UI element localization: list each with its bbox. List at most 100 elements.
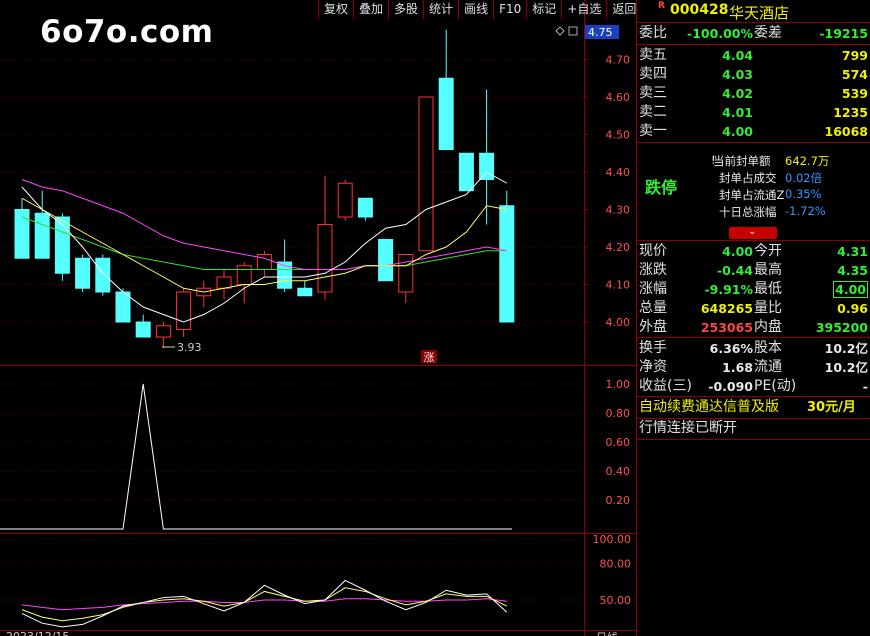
stat-value: 6.36% — [709, 341, 753, 356]
promo-price[interactable]: 30元/月 — [807, 398, 856, 417]
candle-body — [317, 224, 333, 293]
quote-row: 外盘 253065 内盘 395200 — [637, 318, 870, 337]
ask-label: 卖二 — [639, 104, 667, 120]
candle-body — [357, 197, 373, 218]
stat-value: 10.2亿 — [824, 360, 868, 375]
period-label: 日线 — [596, 630, 618, 636]
divider — [637, 439, 870, 440]
quote-label: 今开 — [754, 243, 782, 259]
price-tick-label: 4.20 — [606, 241, 631, 254]
ask-price: 4.00 — [722, 124, 753, 139]
quote-row: 现价 4.00 今开 4.31 — [637, 242, 870, 261]
stat-row: 收益(三) -0.090 PE(动) - — [637, 377, 870, 396]
weibi-row: 委比 -100.00% 委差 -19215 — [637, 24, 870, 43]
toolbar-button[interactable]: 叠加 — [353, 0, 388, 19]
candle-body — [398, 254, 414, 293]
seal-label: 十日总涨幅 — [719, 205, 777, 219]
osc-magenta-line — [21, 598, 507, 611]
last-price-label: 4.75 — [588, 26, 613, 39]
quote-value: -9.91% — [704, 282, 753, 297]
candle-body — [479, 152, 495, 180]
quote-label: 量比 — [754, 300, 782, 316]
promo-text[interactable]: 自动续费通达信普及版 — [639, 398, 779, 417]
divider — [637, 44, 870, 45]
toolbar-button[interactable]: 统计 — [423, 0, 458, 19]
seal-value: 642.7万 — [785, 154, 830, 168]
candle-body — [115, 291, 131, 323]
candle-body — [418, 96, 434, 252]
candle-body — [499, 205, 515, 323]
stat-label: 收益(三) — [639, 378, 692, 394]
price-tick-label: 4.40 — [606, 166, 631, 179]
candle-body — [34, 212, 50, 259]
quote-value: -0.44 — [716, 263, 753, 278]
candle-body — [14, 209, 30, 259]
weicha-label: 委差 — [754, 25, 782, 41]
divider — [637, 337, 870, 338]
candle-body — [438, 77, 454, 150]
weibi-value: -100.00% — [687, 26, 753, 41]
divider — [637, 22, 870, 23]
quote-value: 4.35 — [837, 263, 868, 278]
stat-label: 股本 — [754, 340, 782, 356]
stat-row: 净资 1.68 流通 10.2亿 — [637, 358, 870, 377]
weibi-label: 委比 — [639, 25, 667, 41]
stat-value: 10.2亿 — [824, 341, 868, 356]
quote-value: 4.31 — [837, 244, 868, 259]
candle-body — [256, 254, 272, 270]
seal-label: 封单占流通Z — [719, 188, 785, 202]
ask-label: 卖五 — [639, 47, 667, 63]
zhang-badge: 涨 — [424, 351, 435, 364]
seal-value: 0.02倍 — [785, 171, 823, 185]
quote-value: 4.00 — [833, 281, 868, 298]
seal-label: 封单占成交 — [719, 171, 777, 185]
seal-label: 当前封单额 — [713, 154, 771, 168]
ask-label: 卖一 — [639, 123, 667, 139]
ask-volume: 1235 — [833, 105, 868, 120]
ma5-line — [21, 171, 508, 323]
price-tick-label: 4.10 — [606, 279, 631, 292]
quote-panel: R 000428 华天酒店 委比 -100.00% 委差 -19215 卖五 4.… — [637, 0, 870, 636]
stat-value: -0.090 — [708, 379, 753, 394]
toolbar-button[interactable]: 标记 — [526, 0, 561, 19]
toolbar-button[interactable]: 多股 — [388, 0, 423, 19]
candle-body — [155, 325, 171, 338]
stock-code: 000428 — [670, 2, 729, 18]
chart-area[interactable]: 4.70 4.60 4.50 4.40 4.30 4.20 4.10 4.00 4.75 3.93… — [0, 0, 637, 636]
promo-row[interactable]: 自动续费通达信普及版 30元/月 — [637, 398, 870, 417]
osc-tick-label: 80.00 — [600, 557, 632, 570]
price-tick-label: 4.70 — [606, 54, 631, 67]
site-logo: 6o7o.com — [40, 14, 214, 50]
quote-row: 涨幅 -9.91% 最低 4.00 — [637, 280, 870, 299]
candle-body — [236, 265, 252, 285]
candle-body — [297, 287, 313, 297]
stock-name: 华天酒店 — [729, 4, 790, 22]
indicator-tick-label: 1.00 — [606, 378, 631, 391]
quote-label: 最高 — [754, 262, 782, 278]
ask-row: 卖二 4.01 1235 — [637, 103, 870, 122]
osc-yellow-line — [21, 587, 508, 622]
toolbar-button[interactable]: 复权 — [318, 0, 353, 19]
ask-row: 卖三 4.02 539 — [637, 84, 870, 103]
toolbar-button[interactable]: +自选 — [561, 0, 606, 19]
chevron-down-icon: ⌄ — [748, 226, 757, 237]
toolbar-button[interactable]: F10 — [493, 0, 526, 19]
toolbar-button[interactable]: 画线 — [458, 0, 493, 19]
ask-volume: 574 — [841, 67, 868, 82]
ask-row: 卖五 4.04 799 — [637, 46, 870, 65]
quote-value: 648265 — [700, 301, 753, 316]
candle-body — [75, 257, 91, 289]
connection-status: 行情连接已断开 — [639, 420, 737, 436]
candle-body — [95, 257, 111, 293]
quote-label: 现价 — [639, 243, 667, 259]
divider — [637, 240, 870, 241]
seal-value: -1.72% — [785, 204, 826, 218]
ask-price: 4.04 — [722, 48, 753, 63]
candle-body — [176, 291, 192, 330]
quote-label: 涨跌 — [639, 262, 667, 278]
quote-row: 总量 648265 量比 0.96 — [637, 299, 870, 318]
candle-body — [337, 182, 353, 218]
price-tick-label: 4.60 — [606, 91, 631, 104]
ask-label: 卖三 — [639, 85, 667, 101]
divider — [637, 396, 870, 397]
